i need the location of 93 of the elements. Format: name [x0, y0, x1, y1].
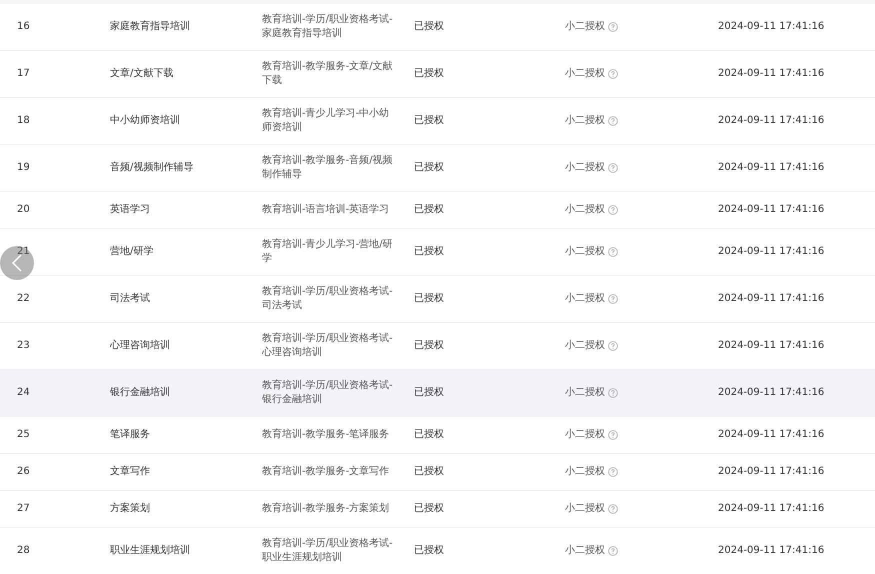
table-cell: 小二授权 [565, 67, 605, 81]
table-cell: 2024-09-11 17:41:16 [718, 292, 824, 306]
table-cell-text: 教育培训-学历/职业资格考试-司法考试 [262, 285, 394, 313]
status-text: 已授权 [414, 67, 444, 81]
table-cell: 2024-09-11 17:41:16 [718, 203, 824, 217]
table-cell: 2024-09-11 17:41:16 [718, 161, 824, 175]
row-number: 27 [17, 502, 30, 516]
table-cell: 小二授权 [565, 428, 605, 442]
help-icon[interactable] [608, 546, 618, 556]
row-number: 26 [17, 465, 30, 479]
chevron-left-icon [11, 253, 23, 273]
status-text: 已授权 [414, 245, 444, 259]
row-number: 25 [17, 428, 30, 442]
status-text: 已授权 [414, 544, 444, 558]
row-number: 18 [17, 114, 30, 128]
table-cell: 2024-09-11 17:41:16 [718, 114, 824, 128]
table-cell: 英语学习 [110, 203, 150, 217]
table-cell: 小二授权 [565, 386, 605, 400]
table-cell: 心理咨询培训 [110, 339, 170, 353]
table-cell: 2024-09-11 17:41:16 [718, 20, 824, 34]
row-number: 19 [17, 161, 30, 175]
table-cell-text: 教育培训-语言培训-英语学习 [262, 203, 390, 217]
status-text: 已授权 [414, 203, 444, 217]
status-text: 已授权 [414, 502, 444, 516]
table-cell: 2024-09-11 17:41:16 [718, 245, 824, 259]
status-text: 已授权 [414, 292, 444, 306]
table-cell: 职业生涯规划培训 [110, 544, 190, 558]
table-cell: 小二授权 [565, 114, 605, 128]
table-cell: 中小幼师资培训 [110, 114, 180, 128]
row-number: 17 [17, 67, 30, 81]
table-cell: 小二授权 [565, 339, 605, 353]
table-cell: 小二授权 [565, 20, 605, 34]
table-cell: 方案策划 [110, 502, 150, 516]
table-cell: 音频/视频制作辅导 [110, 161, 194, 175]
status-text: 已授权 [414, 428, 444, 442]
row-number: 16 [17, 20, 30, 34]
help-icon[interactable] [608, 467, 618, 477]
help-icon[interactable] [608, 247, 618, 257]
table-cell: 小二授权 [565, 245, 605, 259]
table-cell-text: 教育培训-教学服务-文章写作 [262, 465, 390, 479]
previous-button[interactable] [0, 246, 34, 280]
status-text: 已授权 [414, 465, 444, 479]
table-cell-text: 教育培训-学历/职业资格考试-心理咨询培训 [262, 332, 394, 360]
table-cell: 家庭教育指导培训 [110, 20, 190, 34]
table-cell-text: 教育培训-青少儿学习-中小幼师资培训 [262, 107, 390, 135]
table-cell: 小二授权 [565, 465, 605, 479]
help-icon[interactable] [608, 69, 618, 79]
table-cell: 小二授权 [565, 203, 605, 217]
table-cell: 小二授权 [565, 161, 605, 175]
table-cell-text: 教育培训-青少儿学习-营地/研学 [262, 238, 394, 266]
table-cell: 文章/文献下载 [110, 67, 174, 81]
table-cell-text: 教育培训-学历/职业资格考试-银行金融培训 [262, 379, 394, 407]
table-cell-text: 教育培训-学历/职业资格考试-职业生涯规划培训 [262, 537, 394, 565]
table-cell: 司法考试 [110, 292, 150, 306]
status-text: 已授权 [414, 161, 444, 175]
status-text: 已授权 [414, 20, 444, 34]
help-icon[interactable] [608, 294, 618, 304]
row-number: 20 [17, 203, 30, 217]
row-number: 24 [17, 386, 30, 400]
help-icon[interactable] [608, 504, 618, 514]
table-cell: 2024-09-11 17:41:16 [718, 502, 824, 516]
table-cell: 小二授权 [565, 502, 605, 516]
table-cell-text: 教育培训-教学服务-笔译服务 [262, 428, 390, 442]
table-cell: 小二授权 [565, 292, 605, 306]
table-cell: 银行金融培训 [110, 386, 170, 400]
table-cell: 笔译服务 [110, 428, 150, 442]
table-cell-text: 教育培训-教学服务-音频/视频制作辅导 [262, 154, 394, 182]
table-cell: 文章写作 [110, 465, 150, 479]
status-text: 已授权 [414, 386, 444, 400]
row-number: 22 [17, 292, 30, 306]
row-number: 23 [17, 339, 30, 353]
help-icon[interactable] [608, 163, 618, 173]
table-cell-text: 教育培训-教学服务-方案策划 [262, 502, 390, 516]
table-cell: 2024-09-11 17:41:16 [718, 544, 824, 558]
help-icon[interactable] [608, 205, 618, 215]
help-icon[interactable] [608, 430, 618, 440]
help-icon[interactable] [608, 341, 618, 351]
table-cell: 2024-09-11 17:41:16 [718, 428, 824, 442]
table-cell-text: 教育培训-教学服务-文章/文献下载 [262, 60, 394, 88]
table-cell: 2024-09-11 17:41:16 [718, 67, 824, 81]
table-cell: 营地/研学 [110, 245, 154, 259]
help-icon[interactable] [608, 22, 618, 32]
table-cell: 2024-09-11 17:41:16 [718, 465, 824, 479]
table-cell-text: 教育培训-学历/职业资格考试-家庭教育指导培训 [262, 13, 394, 41]
status-text: 已授权 [414, 114, 444, 128]
table-cell: 2024-09-11 17:41:16 [718, 386, 824, 400]
table-cell: 2024-09-11 17:41:16 [718, 339, 824, 353]
help-icon[interactable] [608, 116, 618, 126]
help-icon[interactable] [608, 388, 618, 398]
table-cell: 小二授权 [565, 544, 605, 558]
status-text: 已授权 [414, 339, 444, 353]
row-number: 28 [17, 544, 30, 558]
row-number: 21 [17, 245, 30, 259]
